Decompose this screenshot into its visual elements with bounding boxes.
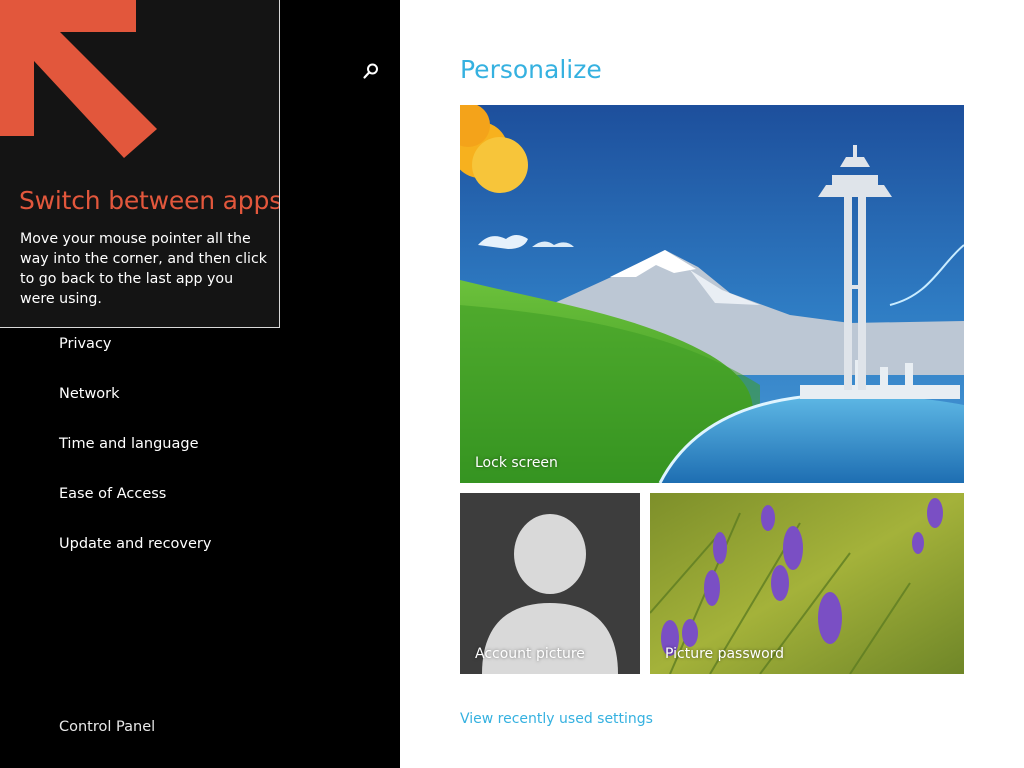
lock-screen-label: Lock screen [475,455,558,471]
page-title: Personalize [460,55,602,84]
corner-arrow-icon [0,0,157,158]
account-picture-label: Account picture [475,646,585,662]
sidebar-item-time-and-language[interactable]: Time and language [59,436,199,452]
sidebar-item-privacy[interactable]: Privacy [59,336,112,352]
switch-apps-tip: Switch between apps Move your mouse poin… [0,0,280,328]
view-recent-settings-link[interactable]: View recently used settings [460,711,653,727]
account-picture-tile[interactable]: Account picture [460,493,640,674]
control-panel-link[interactable]: Control Panel [59,719,155,735]
tip-title: Switch between apps [19,186,280,215]
sidebar-item-update-and-recovery[interactable]: Update and recovery [59,536,211,552]
tip-body: Move your mouse pointer all the way into… [20,231,268,307]
search-icon[interactable] [362,62,380,80]
picture-password-label: Picture password [665,646,785,662]
sidebar-item-network[interactable]: Network [59,386,120,402]
lock-screen-tile[interactable]: Lock screen [460,105,964,483]
sidebar-item-ease-of-access[interactable]: Ease of Access [59,486,166,502]
picture-password-tile[interactable]: Picture password [650,493,964,674]
lock-screen-image [460,105,964,483]
